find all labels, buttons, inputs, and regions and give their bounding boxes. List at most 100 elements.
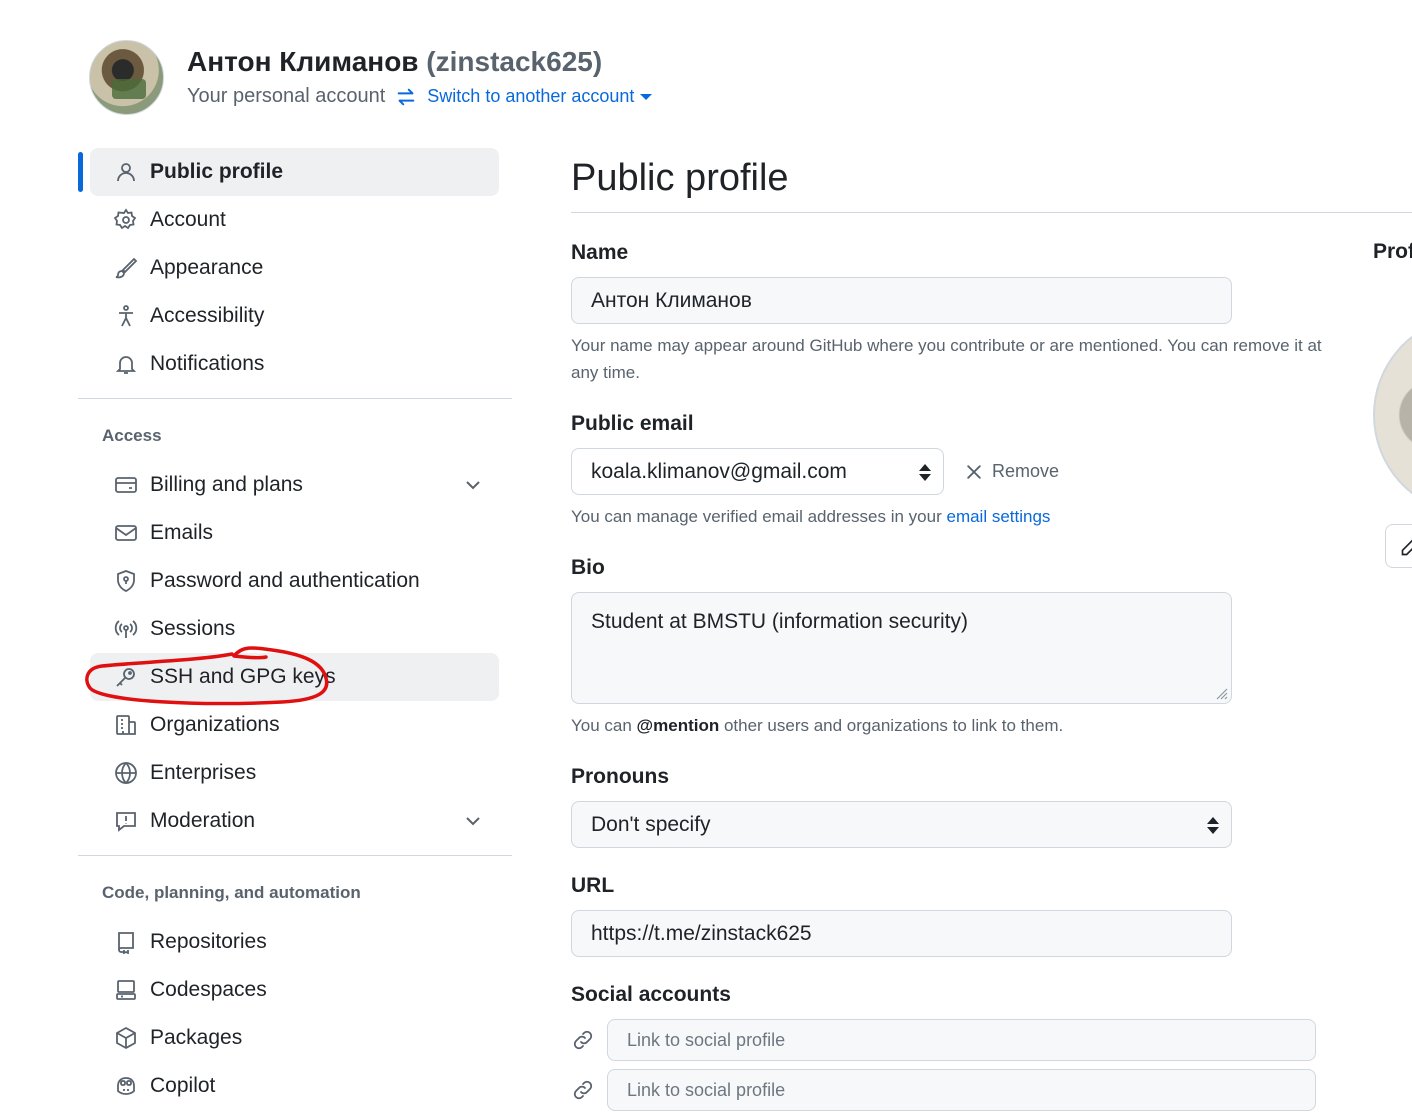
sidebar-item-label: Packages: [150, 1026, 243, 1049]
pencil-icon: [1401, 539, 1412, 556]
name-label: Name: [571, 241, 629, 264]
account-name: Антон Климанов (zinstack625): [187, 46, 602, 78]
sidebar-item-label: Emails: [150, 521, 214, 544]
mail-icon: [114, 521, 138, 545]
sidebar-item-label: SSH and GPG keys: [150, 665, 336, 688]
sidebar-item-label: Copilot: [150, 1074, 216, 1097]
sidebar-item-label: Appearance: [150, 256, 264, 279]
profile-picture: [1373, 315, 1412, 515]
remove-email-button[interactable]: Remove: [964, 461, 1059, 482]
sidebar-item-emails[interactable]: Emails: [90, 509, 499, 557]
social-row: Link to social profile: [571, 1069, 1412, 1111]
bio-label: Bio: [571, 556, 605, 579]
url-label: URL: [571, 874, 615, 897]
email-note-text: You can manage verified email addresses …: [571, 507, 947, 526]
sidebar-item-label: Accessibility: [150, 304, 265, 327]
sidebar-item-label: Sessions: [150, 617, 236, 640]
sidebar-item-label: Billing and plans: [150, 473, 303, 496]
report-icon: [114, 809, 138, 833]
name-input[interactable]: Антон Климанов: [571, 277, 1232, 324]
bio-note-prefix: You can: [571, 716, 637, 735]
select-arrows-icon: [1207, 817, 1219, 835]
email-select-value: koala.klimanov@gmail.com: [591, 459, 847, 483]
url-section: URL https://t.me/zinstack625: [571, 874, 1412, 957]
sidebar-item-repositories[interactable]: Repositories: [90, 918, 499, 966]
switch-account-link[interactable]: Switch to another account: [427, 86, 634, 107]
link-icon: [573, 1030, 593, 1050]
sidebar-item-ssh-gpg-keys[interactable]: SSH and GPG keys: [90, 653, 499, 701]
sidebar-item-appearance[interactable]: Appearance: [90, 244, 499, 292]
profile-picture-column: Profile picture: [1373, 240, 1412, 580]
sidebar-item-label: Password and authentication: [150, 569, 420, 592]
email-row: koala.klimanov@gmail.com Remove: [571, 448, 1412, 495]
email-section: Public email koala.klimanov@gmail.com Re…: [571, 412, 1412, 530]
email-label: Public email: [571, 412, 694, 435]
bio-note: You can @mention other users and organiz…: [571, 712, 1331, 739]
sidebar-item-label: Repositories: [150, 930, 267, 953]
sidebar-item-label: Organizations: [150, 713, 280, 736]
sidebar-item-public-profile[interactable]: Public profile: [78, 148, 499, 196]
full-name: Антон Климанов: [187, 46, 419, 77]
chevron-down-icon[interactable]: [461, 473, 485, 497]
pronouns-value: Don't specify: [591, 812, 711, 836]
sidebar-item-label: Moderation: [150, 809, 256, 832]
person-icon: [114, 160, 138, 184]
sidebar-item-copilot[interactable]: Copilot: [90, 1062, 499, 1110]
x-icon: [967, 464, 981, 479]
sidebar-item-account[interactable]: Account: [90, 196, 499, 244]
name-section: Name Антон Климанов Your name may appear…: [571, 241, 1412, 386]
repo-icon: [114, 930, 138, 954]
sidebar-item-accessibility[interactable]: Accessibility: [90, 292, 499, 340]
globe-icon: [114, 761, 138, 785]
social-link-input[interactable]: Link to social profile: [607, 1019, 1316, 1061]
bell-icon: [114, 352, 138, 376]
bio-value: Student at BMSTU (information security): [591, 610, 968, 633]
page-title: Public profile: [571, 157, 789, 199]
package-icon: [114, 1026, 138, 1050]
mention-text: @mention: [636, 716, 720, 735]
sidebar-item-password[interactable]: Password and authentication: [90, 557, 499, 605]
sidebar-item-label: Notifications: [150, 352, 265, 375]
sidebar-item-packages[interactable]: Packages: [90, 1014, 499, 1062]
url-input[interactable]: https://t.me/zinstack625: [571, 910, 1232, 957]
account-subtitle: Your personal account Switch to another …: [187, 85, 653, 108]
shield-lock-icon: [114, 569, 138, 593]
resize-grip-icon[interactable]: [1214, 686, 1228, 700]
sidebar-item-sessions[interactable]: Sessions: [90, 605, 499, 653]
key-icon: [114, 665, 138, 689]
social-section: Social accounts Link to social profile L…: [571, 983, 1412, 1111]
profile-picture-label: Profile picture: [1373, 240, 1412, 263]
caret-down-icon[interactable]: [640, 93, 653, 100]
edit-picture-button[interactable]: [1385, 524, 1412, 568]
sidebar-item-enterprises[interactable]: Enterprises: [90, 749, 499, 797]
credit-card-icon: [114, 473, 138, 497]
avatar[interactable]: [89, 40, 164, 115]
login-name: (zinstack625): [426, 46, 603, 77]
active-indicator: [78, 152, 83, 192]
bio-section: Bio Student at BMSTU (information securi…: [571, 556, 1412, 739]
section-heading-access: Access: [102, 426, 162, 445]
link-icon: [573, 1080, 593, 1100]
chevron-down-icon[interactable]: [461, 809, 485, 833]
settings-page: Антон Климанов (zinstack625) Your person…: [0, 0, 1412, 1117]
social-link-input[interactable]: Link to social profile: [607, 1069, 1316, 1111]
section-heading-code: Code, planning, and automation: [102, 883, 361, 902]
select-arrows-icon: [919, 464, 931, 482]
bio-textarea[interactable]: Student at BMSTU (information security): [571, 592, 1232, 704]
bio-note-suffix: other users and organizations to link to…: [719, 716, 1064, 735]
sidebar-divider: [78, 855, 512, 856]
email-select[interactable]: koala.klimanov@gmail.com: [571, 448, 944, 495]
title-divider: [571, 212, 1412, 213]
email-settings-link[interactable]: email settings: [946, 507, 1050, 526]
sidebar-item-organizations[interactable]: Organizations: [90, 701, 499, 749]
sidebar-item-notifications[interactable]: Notifications: [90, 340, 499, 388]
sidebar-item-billing[interactable]: Billing and plans: [90, 461, 499, 509]
pronouns-label: Pronouns: [571, 765, 669, 788]
pronouns-select[interactable]: Don't specify: [571, 801, 1232, 848]
copilot-icon: [114, 1074, 138, 1098]
sidebar-item-codespaces[interactable]: Codespaces: [90, 966, 499, 1014]
sidebar-item-moderation[interactable]: Moderation: [90, 797, 499, 845]
codespaces-icon: [114, 978, 138, 1002]
gear-icon: [114, 208, 138, 232]
sidebar-item-label: Enterprises: [150, 761, 257, 784]
